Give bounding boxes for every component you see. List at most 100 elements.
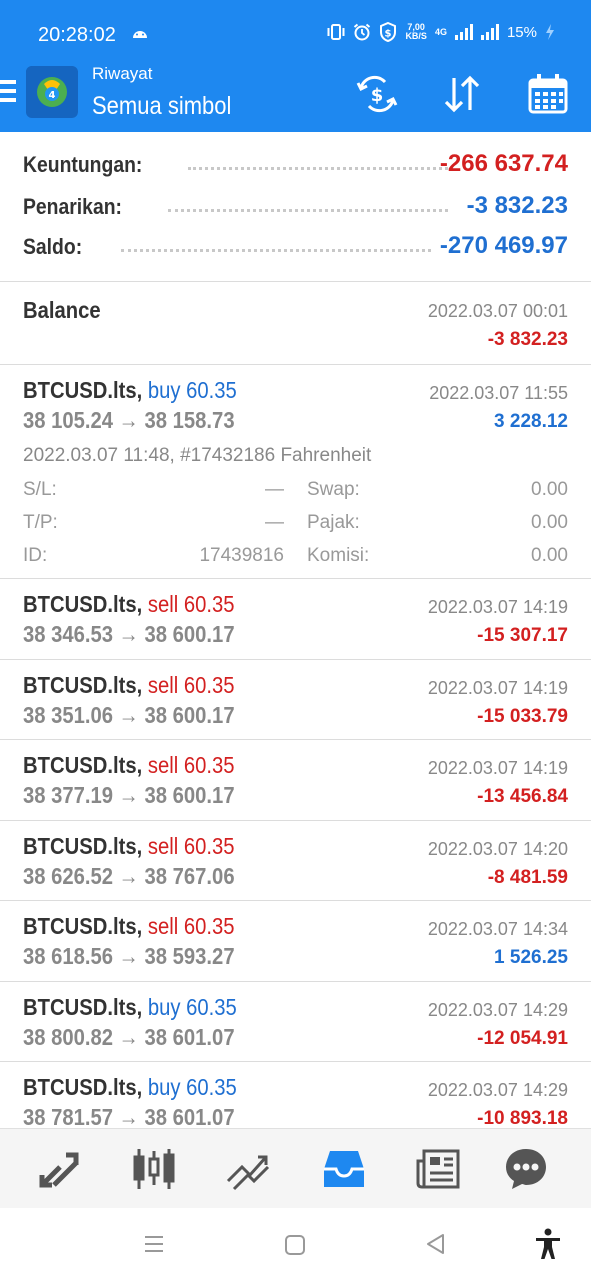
trade-side: buy 60.35 [147, 1074, 237, 1100]
summary-profit-value: -266 637.74 [439, 150, 568, 177]
summary-balance-value: -270 469.97 [439, 232, 568, 259]
trade-profit: -8 481.59 [487, 866, 568, 888]
trade-date: 2022.03.07 14:34 [427, 919, 568, 939]
trade-symbol: BTCUSD.lts, buy 60.35 [23, 1074, 237, 1101]
summary-withdrawal-value: -3 832.23 [466, 192, 568, 219]
charging-icon [546, 24, 554, 40]
system-nav-bar [0, 1208, 591, 1280]
android-debug-icon [133, 31, 147, 38]
trade-item[interactable]: BTCUSD.lts, sell 60.35 38 618.56 → 38 593… [0, 901, 591, 982]
toolbar-title[interactable]: Semua simbol [92, 92, 231, 121]
id-value: 17439816 [199, 545, 284, 566]
id-label: ID: [23, 545, 48, 566]
trade-profit: 3 228.12 [494, 411, 568, 432]
svg-text:4: 4 [49, 90, 56, 101]
network-speed: 7,00 KB/S [405, 23, 427, 41]
trade-side: sell 60.35 [147, 752, 235, 778]
back-icon[interactable] [424, 1232, 446, 1256]
balance-date: 2022.03.07 00:01 [427, 301, 568, 321]
network-speed-unit: KB/S [405, 31, 427, 41]
dotted-leader [188, 167, 453, 170]
trade-item[interactable]: BTCUSD.lts, buy 60.35 38 781.57 → 38 601.… [0, 1062, 591, 1128]
alarm-icon [354, 23, 371, 41]
trade-side: buy 60.35 [147, 993, 237, 1020]
trade-symbol-name: BTCUSD.lts, [23, 377, 143, 403]
trade-symbol: BTCUSD.lts, buy 60.35 [23, 994, 237, 1021]
toolbar-subtitle: Riwayat [92, 64, 153, 83]
trade-date: 2022.03.07 14:19 [427, 677, 568, 698]
trade-profit: -15 307.17 [477, 625, 568, 646]
accessibility-icon[interactable] [534, 1228, 562, 1260]
dotted-leader [168, 209, 448, 212]
bottom-nav [0, 1128, 591, 1208]
currency-exchange-icon[interactable]: $ [355, 72, 399, 116]
trade-symbol: BTCUSD.lts, sell 60.35 [23, 672, 234, 699]
trade-symbol-name: BTCUSD.lts, [23, 752, 143, 778]
home-icon[interactable] [284, 1234, 306, 1256]
toolbar: 4 Riwayat Semua simbol $ [0, 62, 591, 132]
battery-percent: 15% [506, 23, 537, 41]
trade-price: 38 800.82 → 38 601.07 [23, 1023, 235, 1050]
news-icon[interactable] [414, 1145, 462, 1193]
recents-icon[interactable] [143, 1234, 165, 1254]
status-icons: $ 7,00 KB/S 4G 15% [327, 22, 555, 42]
trade-item[interactable]: BTCUSD.lts, sell 60.35 38 626.52 → 38 767… [0, 820, 591, 901]
trade-date: 2022.03.07 14:29 [427, 1080, 568, 1100]
network-type: 4G [434, 27, 447, 37]
trade-side: sell 60.35 [147, 591, 235, 617]
trade-price: 38 346.53 → 38 600.17 [23, 621, 235, 647]
quotes-icon[interactable] [36, 1145, 84, 1193]
summary-profit-row: Keuntungan: -266 637.74 [23, 148, 568, 182]
chart-icon[interactable] [130, 1145, 178, 1193]
trade-profit: 1 526.25 [494, 947, 568, 968]
trade-date: 2022.03.07 14:29 [427, 999, 568, 1020]
dotted-leader [121, 249, 431, 252]
svg-text:$: $ [385, 29, 392, 40]
trade-profit: -10 893.18 [477, 1108, 568, 1128]
trade-item[interactable]: BTCUSD.lts, sell 60.35 38 377.19 → 38 600… [0, 740, 591, 821]
status-time: 20:28:02 [38, 24, 116, 46]
signal-icon [454, 24, 473, 40]
sort-icon[interactable] [440, 72, 484, 116]
balance-label: Balance [23, 297, 101, 323]
trade-symbol: BTCUSD.lts, buy 60.35 [23, 377, 237, 404]
chat-icon[interactable] [502, 1145, 550, 1193]
trade-icon[interactable] [224, 1145, 272, 1193]
summary-withdrawal-label: Penarikan: [23, 194, 122, 219]
trade-price: 38 626.52 → 38 767.06 [23, 862, 235, 889]
balance-item[interactable]: Balance 2022.03.07 00:01 -3 832.23 [0, 283, 591, 365]
menu-icon[interactable] [0, 80, 16, 106]
trade-symbol-name: BTCUSD.lts, [23, 993, 143, 1020]
trade-item[interactable]: BTCUSD.lts, sell 60.35 38 351.06 → 38 600… [0, 659, 591, 740]
trade-price: 38 618.56 → 38 593.27 [23, 943, 235, 969]
trade-symbol-name: BTCUSD.lts, [23, 832, 143, 859]
trade-item[interactable]: BTCUSD.lts, sell 60.35 38 346.53 → 38 600… [0, 579, 591, 660]
trade-date: 2022.03.07 11:55 [429, 383, 568, 403]
trade-item[interactable]: BTCUSD.lts, buy 60.35 38 800.82 → 38 601.… [0, 981, 591, 1062]
trade-item-expanded[interactable]: BTCUSD.lts, buy 60.35 38 105.24 → 38 158… [0, 365, 591, 579]
tp-label: T/P: [23, 512, 58, 533]
history-list[interactable]: Balance 2022.03.07 00:01 -3 832.23 BTCUS… [0, 283, 591, 1128]
summary-withdrawal-row: Penarikan: -3 832.23 [23, 190, 568, 224]
history-icon[interactable] [320, 1145, 368, 1193]
vibrate-icon [327, 24, 345, 40]
trade-detail-row: S/L: — Swap: 0.00 [23, 479, 568, 503]
trade-price: 38 105.24 → 38 158.73 [23, 407, 235, 433]
status-bar: 20:28:02 $ 7,00 KB/S 4G 15% [0, 0, 591, 62]
trade-profit: -15 033.79 [477, 705, 568, 727]
trade-price: 38 377.19 → 38 600.17 [23, 782, 235, 808]
calendar-icon[interactable] [526, 72, 570, 116]
summary-panel: Keuntungan: -266 637.74 Penarikan: -3 83… [0, 132, 591, 282]
sl-value: — [265, 479, 284, 500]
app-logo: 4 [26, 66, 78, 118]
trade-detail-row: T/P: — Pajak: 0.00 [23, 512, 568, 536]
trade-open-info: 2022.03.07 11:48, #17432186 Fahrenheit [23, 445, 372, 466]
trade-profit: -12 054.91 [477, 1027, 568, 1049]
trade-symbol: BTCUSD.lts, sell 60.35 [23, 833, 234, 860]
commission-label: Komisi: [307, 545, 370, 566]
tp-value: — [265, 512, 284, 533]
trade-symbol: BTCUSD.lts, sell 60.35 [23, 752, 234, 779]
signal-icon-2 [480, 24, 499, 40]
trade-side: sell 60.35 [147, 913, 235, 939]
security-shield-icon: $ [380, 22, 397, 42]
